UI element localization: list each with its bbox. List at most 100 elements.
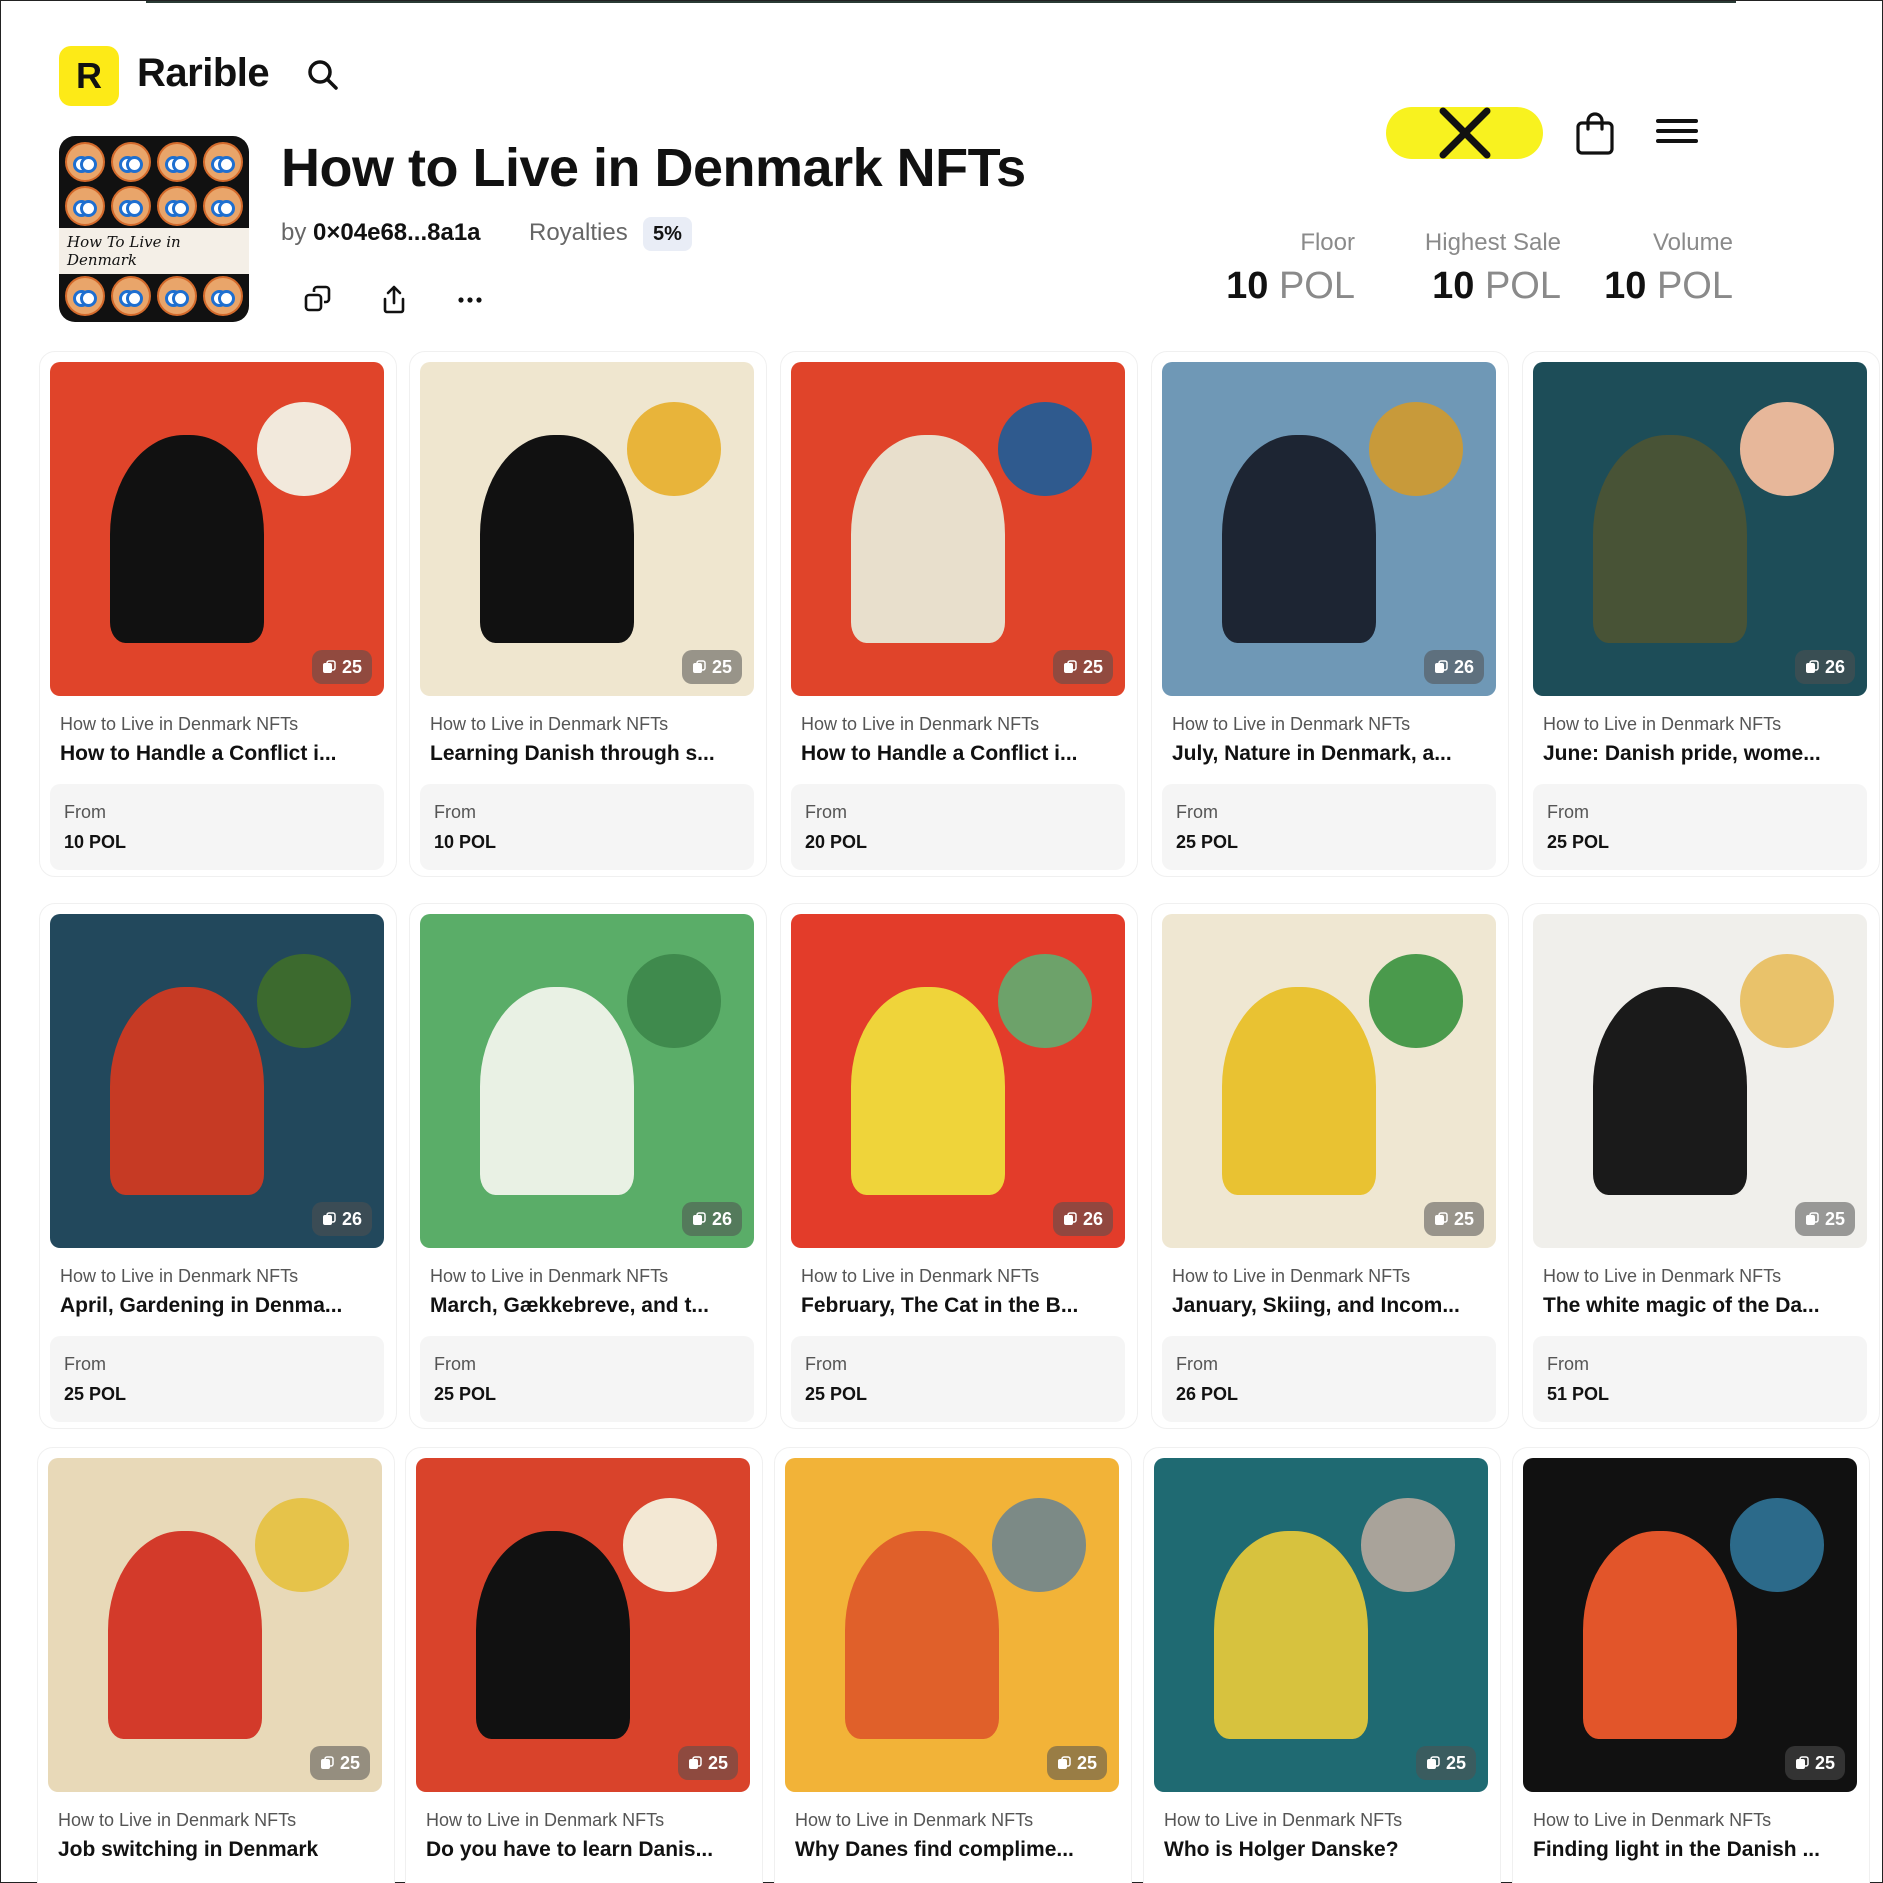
edition-count-value: 25 [341,657,362,677]
price-from-label: From [434,1354,476,1374]
price-from-label: From [1547,802,1589,822]
price-from-label: From [64,802,106,822]
nft-thumbnail[interactable]: 25 [1533,914,1867,1248]
nft-card[interactable]: 26 How to Live in Denmark NFTs March, Gæ… [409,903,767,1429]
edition-count: 25 [1052,650,1113,684]
card-collection-name: How to Live in Denmark NFTs [1172,714,1411,734]
highest-sale-value: 10 [1432,265,1475,307]
edition-count-value: 26 [711,1209,732,1229]
card-title[interactable]: April, Gardening in Denma... [60,1294,342,1318]
card-title[interactable]: The white magic of the Da... [1543,1294,1820,1318]
nft-card[interactable]: 25 How to Live in Denmark NFTs How to Ha… [780,351,1138,877]
nft-card[interactable]: 25 How to Live in Denmark NFTs January, … [1151,903,1509,1429]
artwork-shape [255,1498,349,1592]
card-collection-name: How to Live in Denmark NFTs [58,1810,297,1830]
card-title[interactable]: February, The Cat in the B... [801,1294,1078,1318]
shopping-bag-icon[interactable] [1575,111,1615,155]
artwork-shape [627,954,721,1048]
nft-card[interactable]: 25 How to Live in Denmark NFTs Learning … [409,351,767,877]
edition-count: 26 [1794,650,1855,684]
card-title[interactable]: How to Handle a Conflict i... [801,742,1078,766]
nft-thumbnail[interactable]: 25 [1162,914,1496,1248]
card-title[interactable]: Job switching in Denmark [58,1838,318,1862]
nft-thumbnail[interactable]: 25 [785,1458,1119,1792]
nft-thumbnail[interactable]: 26 [420,914,754,1248]
nft-thumbnail[interactable]: 26 [50,914,384,1248]
nft-card[interactable]: 26 How to Live in Denmark NFTs April, Ga… [39,903,397,1429]
card-title[interactable]: Finding light in the Danish ... [1533,1838,1820,1862]
card-price-box: From 10 POL [50,784,384,870]
share-icon[interactable] [377,283,411,317]
nft-card[interactable]: 25 How to Live in Denmark NFTs Finding l… [1512,1447,1870,1883]
edition-count: 25 [1794,1202,1855,1236]
card-collection-name: How to Live in Denmark NFTs [430,1266,669,1286]
nft-card[interactable]: 25 How to Live in Denmark NFTs The white… [1522,903,1880,1429]
nft-thumbnail[interactable]: 25 [48,1458,382,1792]
nft-thumbnail[interactable]: 26 [791,914,1125,1248]
card-title[interactable]: How to Handle a Conflict i... [60,742,337,766]
card-title[interactable]: Do you have to learn Danis... [426,1838,713,1862]
nft-card[interactable]: 25 How to Live in Denmark NFTs Why Danes… [774,1447,1132,1883]
card-collection-name: How to Live in Denmark NFTs [1533,1810,1772,1830]
card-collection-name: How to Live in Denmark NFTs [430,714,669,734]
card-collection-name: How to Live in Denmark NFTs [1543,714,1782,734]
nft-thumbnail[interactable]: 25 [1523,1458,1857,1792]
copies-icon [1063,1212,1077,1225]
price-value: 26 POL [1176,1384,1239,1404]
artwork-shape [476,1531,630,1739]
artwork-shape [110,987,264,1195]
card-title[interactable]: Why Danes find complime... [795,1838,1074,1862]
nft-card[interactable]: 25 How to Live in Denmark NFTs Who is Ho… [1143,1447,1501,1883]
card-collection-name: How to Live in Denmark NFTs [801,1266,1040,1286]
copy-icon[interactable] [301,283,335,317]
nft-card[interactable]: 25 How to Live in Denmark NFTs Do you ha… [405,1447,763,1883]
nft-card[interactable]: 25 How to Live in Denmark NFTs Job switc… [37,1447,395,1883]
royalties-label: Royalties [529,219,628,246]
floor-unit: POL [1278,265,1355,307]
price-from-label: From [64,1354,106,1374]
nft-thumbnail[interactable]: 25 [50,362,384,696]
rarible-logo[interactable]: R [59,46,119,106]
nft-thumbnail[interactable]: 26 [1162,362,1496,696]
search-icon[interactable] [305,57,341,93]
nft-card[interactable]: 25 How to Live in Denmark NFTs How to Ha… [39,351,397,877]
nft-thumbnail[interactable]: 26 [1533,362,1867,696]
nft-thumbnail[interactable]: 25 [1154,1458,1488,1792]
card-title[interactable]: Who is Holger Danske? [1164,1838,1399,1862]
edition-count: 26 [1423,650,1484,684]
card-title[interactable]: March, Gækkebreve, and t... [430,1294,709,1318]
owner-address-link[interactable]: 0×04e68...8a1a [313,219,481,246]
edition-count-value: 26 [341,1209,362,1229]
edition-count-value: 25 [1824,1209,1845,1229]
price-value: 25 POL [1547,832,1610,852]
artwork-shape [1593,435,1747,643]
card-title[interactable]: July, Nature in Denmark, a... [1172,742,1452,766]
price-from-label: From [805,1354,847,1374]
card-title[interactable]: Learning Danish through s... [430,742,715,766]
menu-icon[interactable] [1656,119,1698,147]
card-price-box: From 25 POL [791,1336,1125,1422]
price-value: 10 POL [434,832,497,852]
collection-cover-image: How To Live in Denmark [59,136,249,322]
edition-count-value: 26 [1453,657,1474,677]
nft-thumbnail[interactable]: 25 [416,1458,750,1792]
brand-name[interactable]: Rarible [137,51,270,96]
artwork-shape [1740,954,1834,1048]
copies-icon [322,1212,336,1225]
price-value: 25 POL [805,1384,868,1404]
artwork-shape [480,987,634,1195]
by-label: by [281,219,307,246]
wallet-connect-button[interactable] [1386,107,1543,159]
collection-owner: by 0×04e68...8a1a [281,219,481,247]
nft-card[interactable]: 26 How to Live in Denmark NFTs February,… [780,903,1138,1429]
nft-thumbnail[interactable]: 25 [420,362,754,696]
card-title[interactable]: January, Skiing, and Incom... [1172,1294,1460,1318]
more-options-icon[interactable] [453,283,487,317]
volume-unit: POL [1656,265,1733,307]
nft-card[interactable]: 26 How to Live in Denmark NFTs July, Nat… [1151,351,1509,877]
artwork-shape [627,402,721,496]
nft-thumbnail[interactable]: 25 [791,362,1125,696]
nft-card[interactable]: 26 How to Live in Denmark NFTs June: Dan… [1522,351,1880,877]
card-collection-name: How to Live in Denmark NFTs [801,714,1040,734]
card-title[interactable]: June: Danish pride, wome... [1543,742,1821,766]
